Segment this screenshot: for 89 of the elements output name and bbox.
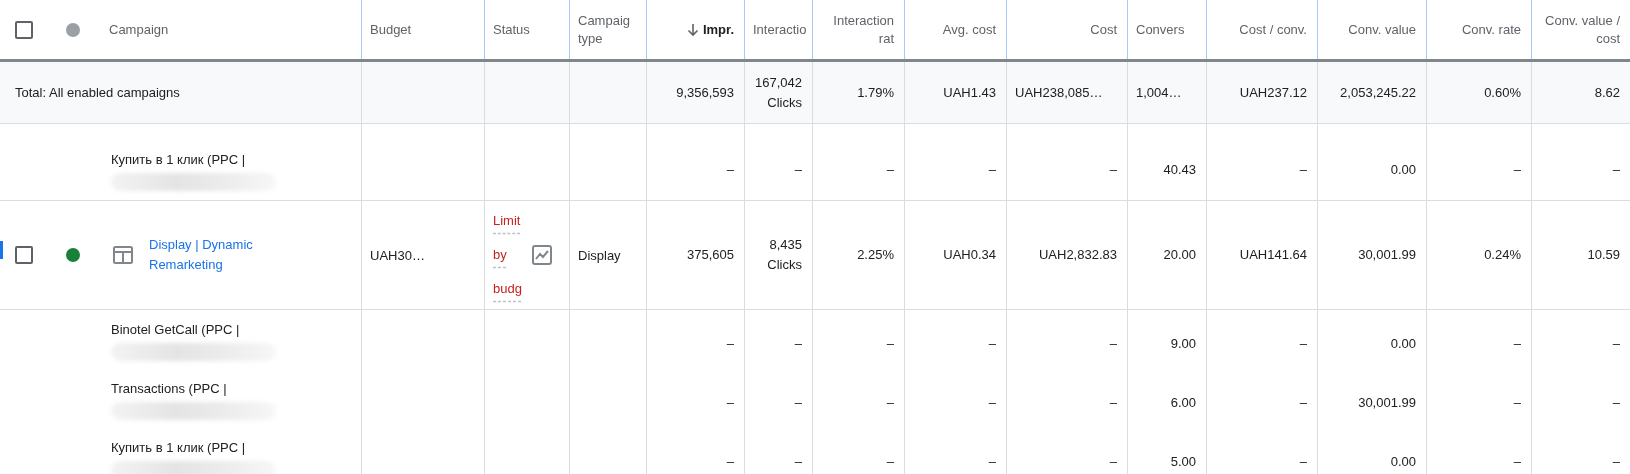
column-header[interactable]: Conv. value bbox=[1348, 20, 1416, 39]
metric-cell: 40.43 bbox=[1163, 161, 1196, 177]
metric-cell: – bbox=[886, 161, 894, 177]
column-header[interactable]: Conv. rate bbox=[1462, 20, 1521, 39]
column-header[interactable]: Campaig type bbox=[578, 11, 636, 48]
metric-cell-text: 0.24% bbox=[1484, 246, 1521, 264]
metric-cell: – bbox=[1299, 161, 1307, 177]
metric-cell: 0.00 bbox=[1390, 161, 1416, 177]
metric-cell: – bbox=[794, 161, 802, 177]
metric-cell-text: 2,053,245.22 bbox=[1340, 83, 1416, 102]
metric-cell-text: UAH1.43 bbox=[943, 83, 996, 102]
metric-cell: 9.00 bbox=[1170, 336, 1196, 351]
campaign-link[interactable]: Display | Dynamic Remarketing bbox=[149, 235, 279, 275]
select-all-checkbox[interactable] bbox=[14, 20, 33, 39]
metric-cell: – bbox=[988, 453, 996, 469]
campaign-type-cell: Display bbox=[578, 247, 621, 263]
metric-cell: – bbox=[1612, 161, 1620, 177]
budget-cell: UAH30… bbox=[370, 247, 425, 263]
metric-cell: – bbox=[1612, 395, 1620, 410]
metric-cell: – bbox=[1109, 336, 1117, 351]
metric-cell: 0.00 bbox=[1390, 336, 1416, 351]
metric-cell: – bbox=[794, 453, 802, 469]
metric-cell: – bbox=[1109, 161, 1117, 177]
metric-cell-text: 10.59 bbox=[1587, 246, 1620, 264]
metric-cell-text: 375,605 bbox=[687, 246, 734, 264]
metric-cell-text: 9,356,593 bbox=[676, 83, 734, 102]
conversion-action-name: Купить в 1 клик (PPC | bbox=[111, 440, 246, 455]
metric-cell: 30,001.99 bbox=[1358, 395, 1416, 410]
metric-cell: – bbox=[1513, 395, 1521, 410]
display-ad-icon bbox=[113, 246, 133, 264]
column-header[interactable]: Convers bbox=[1136, 20, 1185, 39]
metric-cell: – bbox=[1513, 453, 1521, 469]
metric-cell: – bbox=[1109, 395, 1117, 410]
metric-cell: – bbox=[726, 395, 734, 410]
metric-cell: 5.00 bbox=[1170, 453, 1196, 469]
total-label: Total: All enabled campaigns bbox=[15, 85, 180, 100]
metric-cell-text: 8,435 Clicks bbox=[767, 236, 802, 274]
metric-cell-text: UAH2,832.83 bbox=[1038, 246, 1117, 264]
metric-cell: – bbox=[886, 336, 894, 351]
column-header[interactable]: Status bbox=[493, 20, 530, 39]
metric-cell-text: 167,042 Clicks bbox=[755, 73, 802, 112]
metric-cell-text: UAH0.34 bbox=[943, 246, 996, 264]
row-checkbox[interactable] bbox=[14, 246, 33, 264]
metric-cell-text: UAH141.64 bbox=[1239, 246, 1307, 264]
metric-cell-text: 1.79% bbox=[857, 83, 894, 102]
conversion-action-name: Купить в 1 клик (PPC | bbox=[111, 152, 246, 167]
conversion-action-name: Transactions (PPC | bbox=[111, 381, 227, 396]
metric-cell-text: 2.25% bbox=[857, 246, 894, 264]
metric-cell-text: UAH237.12 bbox=[1239, 83, 1307, 102]
metric-cell: – bbox=[1299, 336, 1307, 351]
metric-cell: – bbox=[726, 161, 734, 177]
metric-cell: – bbox=[1299, 395, 1307, 410]
metric-cell: – bbox=[988, 395, 996, 410]
column-header[interactable]: Cost / conv. bbox=[1239, 20, 1307, 39]
metric-cell-text: 1,004… bbox=[1136, 83, 1182, 102]
metric-cell: – bbox=[726, 336, 734, 351]
metric-cell: – bbox=[1299, 453, 1307, 469]
column-header[interactable]: Interactio bbox=[753, 20, 807, 39]
status-dot-icon bbox=[66, 22, 80, 37]
column-header[interactable]: Interaction rat bbox=[821, 11, 894, 48]
column-header[interactable]: Budget bbox=[370, 20, 412, 39]
metric-cell: – bbox=[1109, 453, 1117, 469]
metric-cell: – bbox=[1612, 336, 1620, 351]
metric-cell: – bbox=[886, 453, 894, 469]
metric-cell: – bbox=[886, 395, 894, 410]
metric-cell: – bbox=[1612, 453, 1620, 469]
trend-chart-icon[interactable] bbox=[531, 245, 552, 265]
metric-cell: – bbox=[1513, 336, 1521, 351]
sort-arrow-icon bbox=[686, 22, 699, 37]
metric-cell: – bbox=[1513, 161, 1521, 177]
metric-cell: – bbox=[794, 395, 802, 410]
column-header[interactable]: Avg. cost bbox=[942, 20, 996, 39]
column-header[interactable]: Campaign bbox=[109, 20, 169, 39]
metric-cell: – bbox=[988, 336, 996, 351]
conversion-action-name: Binotel GetCall (PPC | bbox=[111, 322, 240, 337]
column-header[interactable]: Impr. bbox=[686, 20, 734, 39]
metric-cell-text: 20.00 bbox=[1163, 246, 1196, 264]
metric-cell-text: 30,001.99 bbox=[1358, 246, 1416, 264]
metric-cell-text: UAH238,085… bbox=[1015, 83, 1103, 102]
column-header[interactable]: Conv. value / cost bbox=[1540, 11, 1620, 48]
metric-cell: 0.00 bbox=[1390, 453, 1416, 469]
metric-cell: – bbox=[988, 161, 996, 177]
metric-cell: – bbox=[794, 336, 802, 351]
metric-cell-text: 0.60% bbox=[1484, 83, 1521, 102]
metric-cell: – bbox=[726, 453, 734, 469]
metric-cell: 6.00 bbox=[1170, 395, 1196, 410]
metric-cell-text: 8.62 bbox=[1594, 83, 1620, 102]
column-header[interactable]: Cost bbox=[1090, 20, 1117, 39]
status-text[interactable]: Limit by budg bbox=[493, 204, 522, 306]
